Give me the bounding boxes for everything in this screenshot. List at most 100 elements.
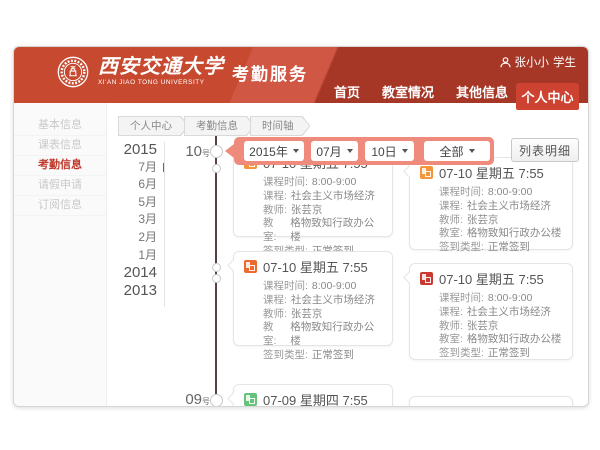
- timeline-nav-item[interactable]: 5月: [97, 194, 157, 212]
- attendance-card: [409, 396, 573, 407]
- app-title: 考勤服务: [232, 60, 308, 85]
- breadcrumb: 个人中心 考勤信息 时间轴: [118, 116, 306, 136]
- timeline-nav-item[interactable]: 2014: [97, 264, 157, 282]
- sidebar-item[interactable]: 考勤信息: [14, 156, 106, 176]
- card-field: 课程: 社会主义市场经济: [263, 294, 382, 308]
- field-label: 课程:: [263, 190, 287, 204]
- card-field: 教师: 张芸京: [263, 308, 382, 322]
- breadcrumb-chip: 考勤信息: [184, 116, 255, 136]
- field-label: 课程时间:: [263, 280, 308, 294]
- breadcrumb-label[interactable]: 个人中心: [119, 117, 188, 135]
- sidebar-item[interactable]: 基本信息: [14, 116, 106, 136]
- card-pointer: [227, 392, 240, 405]
- breadcrumb-chip: 个人中心: [118, 116, 189, 136]
- field-label: 课程时间:: [439, 292, 484, 306]
- filter-dropdown[interactable]: 全部: [424, 141, 490, 161]
- chevron-down-icon: [469, 149, 475, 153]
- card-fields: 课程时间: 8:00-9:00 课程: 社会主义市场经济 教师: 张: [420, 292, 562, 361]
- timeline-nav-item[interactable]: 6月: [97, 176, 157, 194]
- list-detail-button[interactable]: 列表明细: [511, 138, 579, 162]
- timeline-nav-item[interactable]: 2015: [97, 141, 157, 159]
- breadcrumb-label[interactable]: 时间轴: [251, 117, 310, 135]
- field-label: 教师:: [439, 320, 463, 334]
- app-window: 西安交通大学 XI'AN JIAO TONG UNIVERSITY 考勤服务 张…: [13, 46, 589, 407]
- timeline-nav-item[interactable]: 3月: [97, 211, 157, 229]
- timeline-nav-item[interactable]: 7月: [97, 159, 157, 177]
- timeline-node: [212, 164, 221, 173]
- card-field: 课程时间: 8:00-9:00: [263, 280, 382, 294]
- breadcrumb-label[interactable]: 考勤信息: [185, 117, 254, 135]
- field-value: 8:00-9:00: [488, 186, 532, 200]
- timeline-node: [210, 394, 223, 407]
- card-header: 07-09 星期四 7:55: [244, 391, 382, 407]
- filter-bar: 2015年 07月 10日 全部: [234, 137, 494, 165]
- nav-link[interactable]: 首页: [334, 83, 360, 103]
- field-label: 签到类型:: [263, 349, 308, 363]
- chevron-down-icon: [347, 149, 353, 153]
- field-value: 格物致知行政办公楼: [467, 227, 562, 241]
- day-marker-10: 10号: [174, 143, 210, 161]
- timeline-nav-item[interactable]: 2013: [97, 282, 157, 300]
- sidebar-item[interactable]: 请假申请: [14, 176, 106, 196]
- chevron-down-icon: [293, 149, 299, 153]
- nav-tab-personal-center[interactable]: 个人中心: [516, 83, 579, 110]
- field-value: 张芸京: [291, 308, 323, 322]
- field-label: 教室:: [263, 217, 286, 245]
- card-field: 课程时间: 8:00-9:00: [439, 292, 562, 306]
- sidebar-item[interactable]: 课表信息: [14, 136, 106, 156]
- field-value: 格物致知行政办公楼: [290, 321, 382, 349]
- attendance-card: 07-10 星期五 7:55 课程时间: 8:00-9:00 课程:: [409, 263, 573, 360]
- page: 西安交通大学 XI'AN JIAO TONG UNIVERSITY 考勤服务 张…: [0, 0, 600, 450]
- filter-dropdown[interactable]: 07月: [311, 141, 358, 161]
- university-name-cn: 西安交通大学: [98, 57, 224, 77]
- user-info[interactable]: 张小小 学生: [500, 54, 577, 70]
- card-pointer: [403, 271, 416, 284]
- card-field: 教室: 格物致知行政办公楼: [263, 321, 382, 349]
- field-value: 社会主义市场经济: [291, 294, 375, 308]
- timeline-nav-divider: [164, 142, 165, 307]
- person-icon: [500, 57, 511, 68]
- card-field: 教室: 格物致知行政办公楼: [263, 217, 382, 245]
- card-field: 教师: 张芸京: [439, 214, 562, 228]
- card-date: 07-09 星期四 7:55: [263, 390, 368, 408]
- card-header: 07-10 星期五 7:55: [420, 270, 562, 286]
- field-value: 8:00-9:00: [488, 292, 532, 306]
- field-value: 格物致知行政办公楼: [290, 217, 382, 245]
- card-field: 签到类型: 正常签到: [439, 347, 562, 361]
- nav-link[interactable]: 其他信息: [456, 83, 508, 103]
- timeline-nav-item[interactable]: 1月: [97, 247, 157, 265]
- filter-dropdown[interactable]: 10日: [365, 141, 414, 161]
- card-field: 教室: 格物致知行政办公楼: [439, 227, 562, 241]
- breadcrumb-chip: 时间轴: [250, 116, 311, 136]
- day-marker-09: 09号: [174, 391, 210, 407]
- timeline-nav-item[interactable]: 2月: [97, 229, 157, 247]
- field-label: 签到类型:: [439, 241, 484, 255]
- filter-dropdown[interactable]: 2015年: [244, 141, 304, 161]
- card-field: 课程: 社会主义市场经济: [439, 200, 562, 214]
- field-label: 教师:: [263, 204, 287, 218]
- card-field: 课程: 社会主义市场经济: [263, 190, 382, 204]
- sidebar-item[interactable]: 订阅信息: [14, 196, 106, 216]
- field-value: 8:00-9:00: [312, 280, 356, 294]
- chevron-down-icon: [402, 149, 408, 153]
- field-label: 教师:: [439, 214, 463, 228]
- card-field: 签到类型: 正常签到: [439, 241, 562, 255]
- card-fields: 课程时间: 8:00-9:00 课程: 社会主义市场经济 教师: 张: [420, 186, 562, 255]
- card-fields: 课程时间: 8:00-9:00 课程: 社会主义市场经济 教师: 张: [244, 176, 382, 259]
- nav-link[interactable]: 教室情况: [382, 83, 434, 103]
- app-header: 西安交通大学 XI'AN JIAO TONG UNIVERSITY 考勤服务 张…: [14, 47, 588, 103]
- timeline-spine: [215, 118, 217, 406]
- dropdown-value: 10日: [371, 143, 396, 160]
- signin-status-icon: [244, 393, 257, 406]
- field-label: 课程:: [263, 294, 287, 308]
- brand: 西安交通大学 XI'AN JIAO TONG UNIVERSITY 考勤服务: [57, 56, 308, 88]
- field-value: 正常签到: [488, 347, 530, 361]
- field-label: 教室:: [263, 321, 286, 349]
- timeline-node: [212, 263, 221, 272]
- field-value: 社会主义市场经济: [467, 306, 551, 320]
- card-header: 07-10 星期五 7:55: [244, 258, 382, 274]
- field-value: 正常签到: [488, 241, 530, 255]
- card-pointer: [403, 165, 416, 178]
- card-date: 07-10 星期五 7:55: [439, 269, 544, 288]
- card-field: 教室: 格物致知行政办公楼: [439, 333, 562, 347]
